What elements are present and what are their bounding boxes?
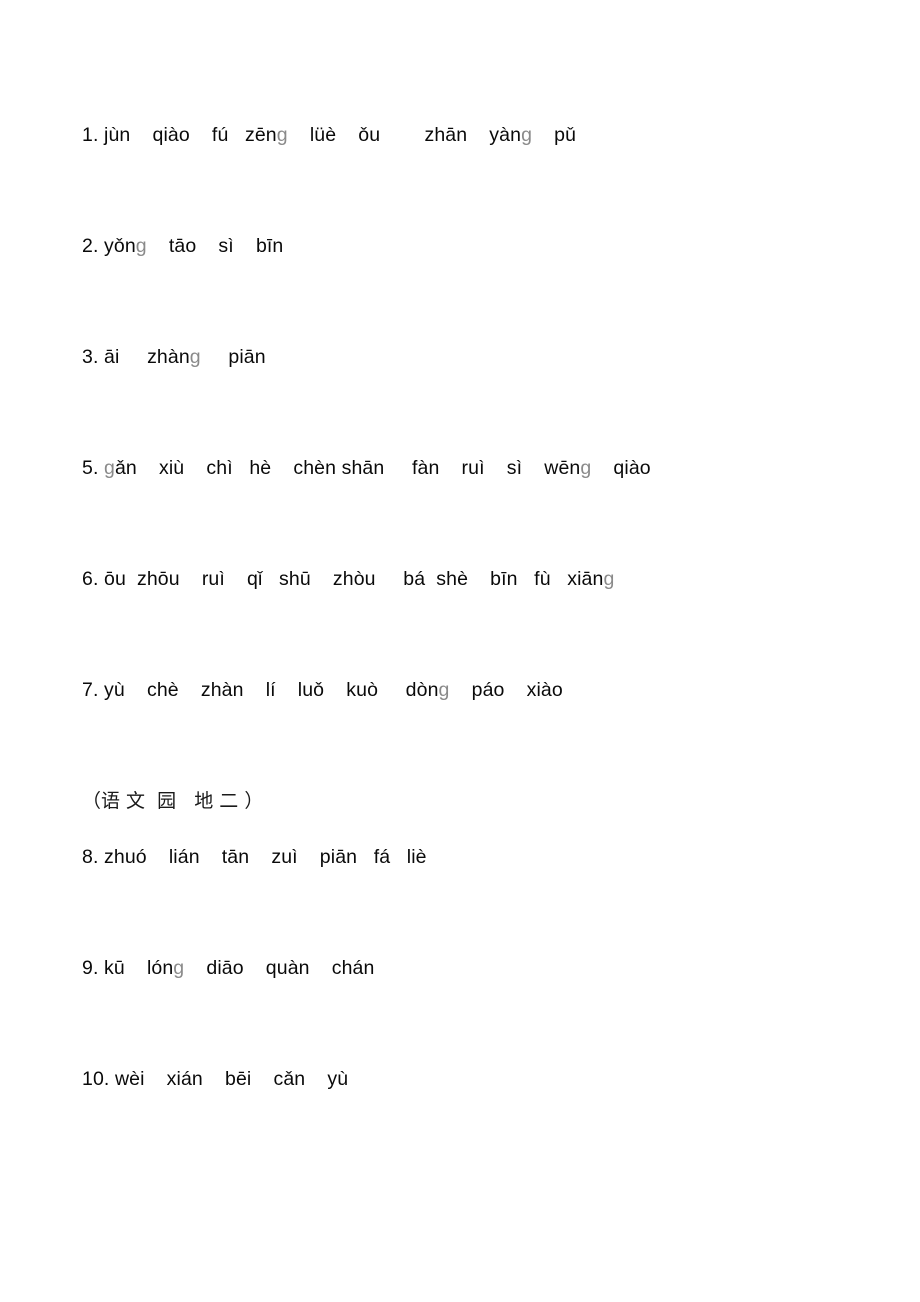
faint-glyph-g: g: [603, 568, 615, 590]
pinyin-line-9: 9. kū lóng diāo quàn chán: [82, 957, 375, 979]
faint-glyph-g: g: [104, 457, 115, 479]
pinyin-line-5: 5. gǎn xiù chì hè chèn shān fàn ruì sì w…: [82, 457, 651, 479]
section-heading: （语 文 园 地 二 ）: [82, 790, 264, 812]
faint-glyph-g: g: [521, 124, 533, 146]
pinyin-line-6: 6. ōu zhōu ruì qǐ shū zhòu bá shè bīn fù…: [82, 568, 615, 590]
pinyin-line-3: 3. āi zhàng piān: [82, 346, 266, 368]
pinyin-line-10: 10. wèi xián bēi cǎn yù: [82, 1068, 349, 1090]
worksheet-content: 1. jùn qiào fú zēng lüè ǒu zhān yàng pǔ …: [82, 124, 838, 1181]
pinyin-line-2: 2. yǒng tāo sì bīn: [82, 235, 284, 257]
faint-glyph-g: g: [135, 235, 147, 257]
worksheet-page: 1. jùn qiào fú zēng lüè ǒu zhān yàng pǔ …: [0, 0, 920, 1302]
faint-glyph-g: g: [276, 124, 288, 146]
pinyin-line-1: 1. jùn qiào fú zēng lüè ǒu zhān yàng pǔ: [82, 124, 577, 146]
pinyin-line-8: 8. zhuó lián tān zuì piān fá liè: [82, 846, 427, 868]
pinyin-line-7: 7. yù chè zhàn lí luǒ kuò dòng páo xiào: [82, 679, 563, 701]
faint-glyph-g: g: [173, 957, 185, 979]
faint-glyph-g: g: [189, 346, 201, 368]
faint-glyph-g: g: [438, 679, 450, 701]
faint-glyph-g: g: [580, 457, 592, 479]
